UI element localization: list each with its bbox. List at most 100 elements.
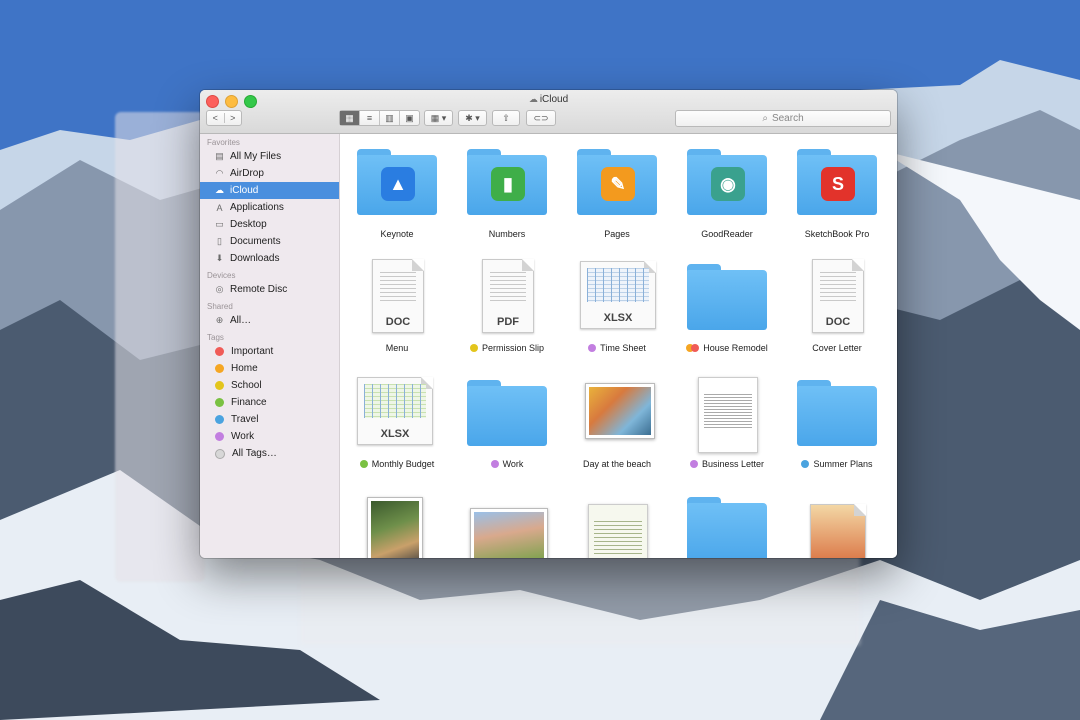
back-button[interactable]: < [207, 113, 224, 123]
photo-thumbnail [470, 508, 548, 558]
sidebar-tag-finance[interactable]: Finance [200, 394, 339, 411]
sidebar-tag-all-tags[interactable]: All Tags… [200, 445, 339, 462]
file-item-partial[interactable] [342, 482, 452, 558]
pdf-file-icon: PDF [482, 259, 534, 333]
tag-dot-icon [801, 460, 810, 468]
share-icon: ⇧ [502, 112, 510, 123]
sidebar-section-favorites: Favorites [207, 138, 240, 147]
view-mode-control: ▦ ≡ ▥ ▣ [339, 110, 420, 126]
search-placeholder: Search [771, 113, 804, 124]
sidebar-item-downloads[interactable]: ⬇ Downloads [200, 250, 339, 267]
file-item-goodreader[interactable]: ◉ GoodReader [672, 134, 782, 246]
file-item-keynote[interactable]: ▲ Keynote [342, 134, 452, 246]
gear-icon: ✱ ▾ [465, 112, 480, 123]
action-button[interactable]: ✱ ▾ [458, 110, 487, 126]
sidebar-item-airdrop[interactable]: ◠ AirDrop [200, 165, 339, 182]
background-window-reflection [300, 555, 860, 645]
file-item-sketchbook-pro[interactable]: S SketchBook Pro [782, 134, 892, 246]
file-item-cover-letter[interactable]: DOC Cover Letter [782, 249, 892, 361]
cloud-icon: ☁ [215, 185, 224, 195]
tag-dot-icon [215, 364, 224, 373]
photo-thumbnail [585, 383, 655, 439]
tag-dot-icon [469, 344, 478, 352]
file-item-menu[interactable]: DOC Menu [342, 249, 452, 361]
column-view-button[interactable]: ▥ [379, 111, 399, 125]
tag-dot-icon [215, 415, 224, 424]
letter-document-icon [698, 377, 758, 453]
desktop-icon: ▭ [215, 219, 224, 229]
tags-button[interactable]: ⊂⊃ [526, 110, 556, 126]
folder-icon [467, 380, 547, 446]
file-item-pages[interactable]: ✎ Pages [562, 134, 672, 246]
sidebar-item-all-my-files[interactable]: ▤ All My Files [200, 148, 339, 165]
background-window-ghost [115, 112, 205, 582]
file-item-monthly-budget[interactable]: XLSX Monthly Budget [342, 365, 452, 477]
sidebar-tag-travel[interactable]: Travel [200, 411, 339, 428]
sidebar-item-icloud[interactable]: ☁ iCloud [200, 182, 339, 199]
list-view-button[interactable]: ≡ [359, 111, 379, 125]
sidebar-section-tags: Tags [207, 333, 224, 342]
finder-window: ☁ iCloud < > ▦ ≡ ▥ ▣ ▦ ▾ ✱ ▾ ⇧ ⊂⊃ ⌕ Search… [200, 90, 897, 558]
nav-buttons: < > [206, 110, 242, 126]
document-thumbnail [810, 504, 866, 558]
file-item-work[interactable]: Work [452, 365, 562, 477]
file-item-house-remodel[interactable]: House Remodel [672, 249, 782, 361]
tag-dot-icon [359, 460, 368, 468]
file-item-summer-plans[interactable]: Summer Plans [782, 365, 892, 477]
folder-icon [687, 497, 767, 558]
file-item-partial[interactable] [452, 482, 562, 558]
folder-icon: ▲ [357, 149, 437, 215]
sidebar-tag-important[interactable]: Important [200, 343, 339, 360]
xlsx-file-icon: XLSX [357, 377, 433, 445]
sketchbook-app-icon: S [821, 167, 855, 201]
search-icon: ⌕ [762, 113, 768, 124]
tag-dot-icon [691, 344, 700, 352]
folder-icon: S [797, 149, 877, 215]
applications-icon: A [216, 202, 223, 213]
tag-dot-icon [215, 347, 224, 356]
file-item-business-letter[interactable]: Business Letter [672, 365, 782, 477]
share-button[interactable]: ⇧ [492, 110, 520, 126]
sidebar-item-documents[interactable]: ▯ Documents [200, 233, 339, 250]
sidebar-item-remote-disc[interactable]: ◎ Remote Disc [200, 281, 339, 298]
file-item-partial[interactable] [562, 482, 672, 558]
file-item-partial[interactable] [782, 482, 892, 558]
sidebar-item-applications[interactable]: A Applications [200, 199, 339, 216]
pages-app-icon: ✎ [601, 167, 635, 201]
search-field[interactable]: ⌕ Search [675, 110, 891, 127]
file-item-numbers[interactable]: ▮ Numbers [452, 134, 562, 246]
tag-dot-icon [588, 344, 597, 352]
sidebar-item-shared-all[interactable]: ⊕ All… [200, 312, 339, 329]
airdrop-icon: ◠ [215, 168, 224, 178]
sidebar-tag-school[interactable]: School [200, 377, 339, 394]
goodreader-app-icon: ◉ [711, 167, 745, 201]
sidebar-section-shared: Shared [207, 302, 233, 311]
disc-icon: ◎ [215, 284, 224, 294]
sidebar-tag-work[interactable]: Work [200, 428, 339, 445]
doc-file-icon: DOC [372, 259, 424, 333]
photo-thumbnail [367, 497, 423, 558]
folder-icon: ◉ [687, 149, 767, 215]
cloud-icon: ☁ [528, 94, 538, 104]
file-item-permission-slip[interactable]: PDF Permission Slip [452, 249, 562, 361]
all-files-icon: ▤ [215, 151, 224, 161]
folder-icon [687, 264, 767, 330]
network-icon: ⊕ [215, 315, 224, 325]
sidebar-item-desktop[interactable]: ▭ Desktop [200, 216, 339, 233]
arrange-icon: ▦ ▾ [430, 112, 447, 123]
folder-icon: ✎ [577, 149, 657, 215]
tag-dot-icon [215, 381, 224, 390]
numbers-app-icon: ▮ [491, 167, 525, 201]
file-item-partial[interactable] [672, 482, 782, 558]
icon-view-button[interactable]: ▦ [340, 111, 359, 125]
form-document-icon [588, 504, 648, 558]
file-item-time-sheet[interactable]: XLSX Time Sheet [562, 249, 672, 361]
forward-button[interactable]: > [223, 113, 242, 123]
coverflow-view-button[interactable]: ▣ [399, 111, 419, 125]
arrange-button[interactable]: ▦ ▾ [424, 110, 453, 126]
doc-file-icon: DOC [812, 259, 864, 333]
keynote-app-icon: ▲ [381, 167, 415, 201]
tag-dot-icon [215, 432, 224, 441]
sidebar-tag-home[interactable]: Home [200, 360, 339, 377]
file-item-day-at-the-beach[interactable]: Day at the beach [562, 365, 672, 477]
